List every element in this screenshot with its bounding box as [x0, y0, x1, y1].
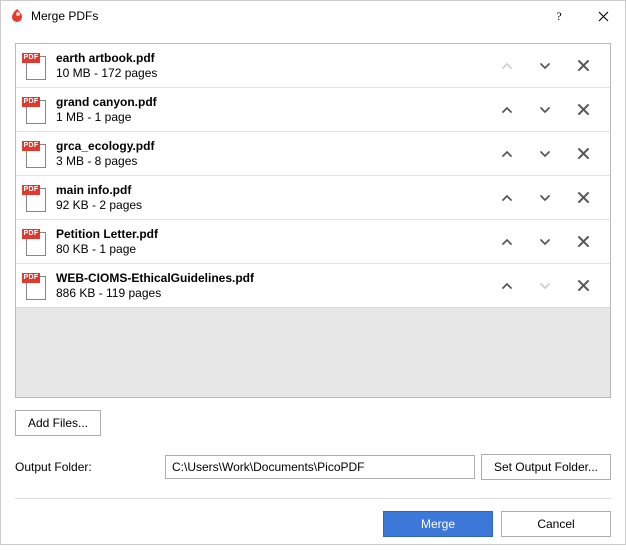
file-name: grand canyon.pdf: [56, 95, 488, 110]
pdf-file-icon: PDF: [22, 182, 50, 214]
file-name: grca_ecology.pdf: [56, 139, 488, 154]
move-down-button[interactable]: [526, 94, 564, 126]
close-button[interactable]: [581, 1, 625, 31]
file-subtext: 92 KB - 2 pages: [56, 198, 488, 213]
remove-button[interactable]: [564, 182, 602, 214]
file-subtext: 80 KB - 1 page: [56, 242, 488, 257]
pdf-file-icon: PDF: [22, 270, 50, 302]
file-subtext: 886 KB - 119 pages: [56, 286, 488, 301]
remove-button[interactable]: [564, 138, 602, 170]
file-subtext: 3 MB - 8 pages: [56, 154, 488, 169]
move-down-button: [526, 270, 564, 302]
output-folder-field[interactable]: C:\Users\Work\Documents\PicoPDF: [165, 455, 475, 479]
pdf-file-icon: PDF: [22, 138, 50, 170]
remove-button[interactable]: [564, 270, 602, 302]
svg-text:?: ?: [556, 10, 561, 22]
move-up-button[interactable]: [488, 270, 526, 302]
file-name: main info.pdf: [56, 183, 488, 198]
pdf-badge: PDF: [22, 141, 40, 151]
move-up-button[interactable]: [488, 226, 526, 258]
app-icon: [9, 8, 25, 24]
dialog-content: PDF earth artbook.pdf 10 MB - 172 pages …: [1, 31, 625, 551]
pdf-file-icon: PDF: [22, 50, 50, 82]
add-files-button[interactable]: Add Files...: [15, 410, 101, 436]
move-down-button[interactable]: [526, 138, 564, 170]
window-title: Merge PDFs: [31, 9, 98, 23]
output-folder-label: Output Folder:: [15, 460, 165, 474]
titlebar: Merge PDFs ?: [1, 1, 625, 31]
pdf-badge: PDF: [22, 97, 40, 107]
pdf-file-icon: PDF: [22, 94, 50, 126]
pdf-file-icon: PDF: [22, 226, 50, 258]
file-subtext: 1 MB - 1 page: [56, 110, 488, 125]
file-row[interactable]: PDF Petition Letter.pdf 80 KB - 1 page: [16, 220, 610, 264]
file-name: WEB-CIOMS-EthicalGuidelines.pdf: [56, 271, 488, 286]
move-up-button[interactable]: [488, 182, 526, 214]
help-button[interactable]: ?: [537, 1, 581, 31]
merge-button[interactable]: Merge: [383, 511, 493, 537]
remove-button[interactable]: [564, 94, 602, 126]
file-name: Petition Letter.pdf: [56, 227, 488, 242]
merge-pdf-dialog: Merge PDFs ? PDF earth artbook.pdf 10 MB…: [0, 0, 626, 545]
remove-button[interactable]: [564, 226, 602, 258]
file-row[interactable]: PDF WEB-CIOMS-EthicalGuidelines.pdf 886 …: [16, 264, 610, 308]
move-up-button[interactable]: [488, 94, 526, 126]
file-name: earth artbook.pdf: [56, 51, 488, 66]
cancel-button[interactable]: Cancel: [501, 511, 611, 537]
file-row[interactable]: PDF grand canyon.pdf 1 MB - 1 page: [16, 88, 610, 132]
remove-button[interactable]: [564, 50, 602, 82]
pdf-badge: PDF: [22, 273, 40, 283]
file-subtext: 10 MB - 172 pages: [56, 66, 488, 81]
move-down-button[interactable]: [526, 50, 564, 82]
file-row[interactable]: PDF earth artbook.pdf 10 MB - 172 pages: [16, 44, 610, 88]
file-row[interactable]: PDF main info.pdf 92 KB - 2 pages: [16, 176, 610, 220]
set-output-folder-button[interactable]: Set Output Folder...: [481, 454, 611, 480]
pdf-badge: PDF: [22, 185, 40, 195]
move-down-button[interactable]: [526, 226, 564, 258]
move-down-button[interactable]: [526, 182, 564, 214]
pdf-badge: PDF: [22, 53, 40, 63]
file-row[interactable]: PDF grca_ecology.pdf 3 MB - 8 pages: [16, 132, 610, 176]
pdf-badge: PDF: [22, 229, 40, 239]
file-list: PDF earth artbook.pdf 10 MB - 172 pages …: [15, 43, 611, 398]
output-folder-path: C:\Users\Work\Documents\PicoPDF: [172, 460, 365, 474]
move-up-button: [488, 50, 526, 82]
move-up-button[interactable]: [488, 138, 526, 170]
